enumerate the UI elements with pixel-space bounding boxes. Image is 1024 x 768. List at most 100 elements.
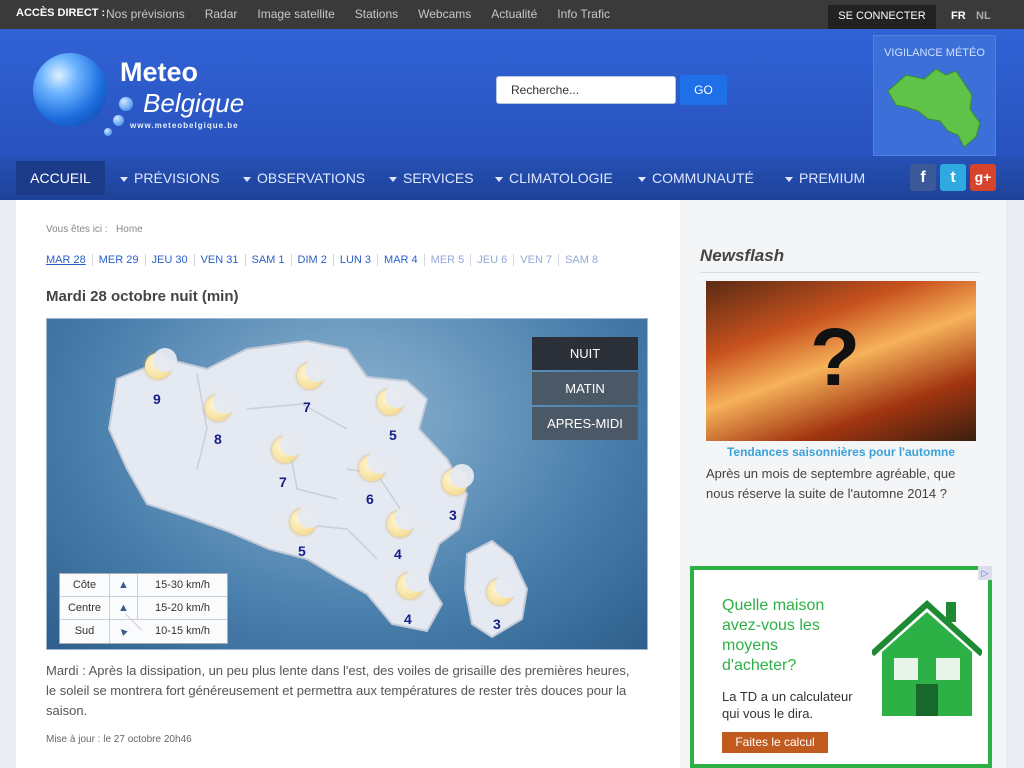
wind-zone: Côte bbox=[60, 574, 110, 596]
clear-night-moon-icon bbox=[377, 384, 409, 415]
nav-previsions[interactable]: PRÉVISIONS bbox=[120, 156, 220, 200]
quick-link-radar[interactable]: Radar bbox=[205, 7, 238, 21]
clear-night-moon-icon bbox=[297, 358, 329, 389]
nav-climatologie[interactable]: CLIMATOLOGIE bbox=[495, 156, 613, 200]
quick-link-previsions[interactable]: Nos prévisions bbox=[106, 7, 185, 21]
tab-apres-midi[interactable]: APRES-MIDI bbox=[532, 407, 638, 440]
day-tab[interactable]: JEU 30 bbox=[144, 254, 194, 266]
login-button[interactable]: SE CONNECTER bbox=[828, 5, 936, 29]
vigilance-widget[interactable]: VIGILANCE MÉTÉO bbox=[873, 35, 996, 156]
clear-night-moon-icon bbox=[359, 450, 391, 481]
nav-label: OBSERVATIONS bbox=[257, 170, 366, 186]
caret-down-icon bbox=[638, 176, 646, 182]
quick-access-links: Nos prévisions Radar Image satellite Sta… bbox=[106, 7, 630, 21]
logo-globe-icon[interactable] bbox=[33, 53, 107, 127]
day-tab[interactable]: DIM 2 bbox=[290, 254, 333, 266]
clear-night-moon-icon bbox=[272, 432, 304, 463]
nav-communaute[interactable]: COMMUNAUTÉ bbox=[638, 156, 754, 200]
breadcrumb: Vous êtes ici : Home bbox=[46, 224, 143, 235]
nav-home[interactable]: ACCUEIL bbox=[16, 161, 105, 195]
nav-label: CLIMATOLOGIE bbox=[509, 170, 613, 186]
google-plus-icon[interactable]: g+ bbox=[970, 164, 996, 191]
nav-label: COMMUNAUTÉ bbox=[652, 170, 754, 186]
logo-subtitle[interactable]: Belgique bbox=[143, 88, 244, 119]
vigilance-title: VIGILANCE MÉTÉO bbox=[884, 47, 985, 59]
ad-choices-icon[interactable]: ▷ bbox=[978, 566, 992, 580]
clear-night-moon-icon bbox=[442, 464, 474, 495]
search-input[interactable]: Recherche... bbox=[496, 76, 676, 104]
house-icon bbox=[872, 599, 982, 716]
logo-url: www.meteobelgique.be bbox=[130, 121, 239, 130]
day-tab[interactable]: SAM 8 bbox=[558, 254, 604, 266]
quick-link-satellite[interactable]: Image satellite bbox=[257, 7, 334, 21]
wind-speed: 10-15 km/h bbox=[154, 625, 211, 637]
nav-label: SERVICES bbox=[403, 170, 474, 186]
clear-night-moon-icon bbox=[290, 504, 322, 535]
update-timestamp: Mise à jour : le 27 octobre 20h46 bbox=[46, 734, 192, 745]
lang-fr[interactable]: FR bbox=[951, 10, 966, 22]
ad-subtext: La TD a un calculateur qui vous le dira. bbox=[722, 689, 853, 721]
search-go-button[interactable]: GO bbox=[680, 75, 727, 105]
belgium-map-icon bbox=[887, 68, 981, 148]
nav-services[interactable]: SERVICES bbox=[389, 156, 474, 200]
site-header: Meteo Belgique www.meteobelgique.be Rech… bbox=[0, 29, 1024, 156]
temperature-label: 7 bbox=[279, 474, 287, 490]
caret-down-icon bbox=[495, 176, 503, 182]
ad-cta-button[interactable]: Faites le calcul bbox=[722, 732, 828, 753]
temperature-label: 7 bbox=[303, 399, 311, 415]
wind-row: Côte ▲ 15-30 km/h bbox=[60, 574, 227, 597]
facebook-icon[interactable]: f bbox=[910, 164, 936, 191]
newsflash-text: Après un mois de septembre agréable, que… bbox=[706, 466, 956, 501]
nav-premium[interactable]: PREMIUM bbox=[785, 156, 865, 200]
clear-night-moon-icon bbox=[387, 506, 419, 537]
newsflash-image[interactable]: ? bbox=[706, 281, 976, 441]
twitter-icon[interactable]: t bbox=[940, 164, 966, 191]
day-tab[interactable]: SAM 1 bbox=[244, 254, 291, 266]
nav-label: PRÉVISIONS bbox=[134, 170, 220, 186]
day-tab[interactable]: MER 5 bbox=[423, 254, 471, 266]
day-tab[interactable]: JEU 6 bbox=[470, 254, 513, 266]
logo-bubble-icon bbox=[119, 97, 133, 111]
main-nav: ACCUEIL PRÉVISIONS OBSERVATIONS SERVICES… bbox=[0, 156, 1024, 200]
temperature-label: 3 bbox=[449, 507, 457, 523]
day-tab[interactable]: MER 29 bbox=[91, 254, 145, 266]
ad-headline: Quelle maison avez-vous les moyens d'ach… bbox=[722, 597, 825, 674]
clear-night-moon-icon bbox=[397, 568, 429, 599]
temperature-label: 9 bbox=[153, 391, 161, 407]
tab-matin[interactable]: MATIN bbox=[532, 372, 638, 405]
logo-title[interactable]: Meteo bbox=[120, 57, 198, 88]
quick-link-trafic[interactable]: Info Trafic bbox=[557, 7, 610, 21]
tab-nuit[interactable]: NUIT bbox=[532, 337, 638, 370]
caret-down-icon bbox=[389, 176, 397, 182]
day-tab[interactable]: LUN 3 bbox=[332, 254, 377, 266]
forecast-description: Mardi : Après la dissipation, un peu plu… bbox=[46, 663, 630, 718]
temperature-label: 5 bbox=[298, 543, 306, 559]
temperature-label: 6 bbox=[366, 491, 374, 507]
newsflash-link[interactable]: Tendances saisonnières pour l'automne bbox=[706, 445, 976, 459]
day-tab[interactable]: VEN 31 bbox=[193, 254, 245, 266]
clear-night-moon-icon bbox=[205, 390, 237, 421]
caret-down-icon bbox=[785, 176, 793, 182]
quick-link-stations[interactable]: Stations bbox=[355, 7, 398, 21]
breadcrumb-home[interactable]: Home bbox=[116, 224, 143, 235]
newsflash-heading: Newsflash bbox=[700, 246, 980, 273]
temperature-label: 8 bbox=[214, 431, 222, 447]
wind-arrow-icon: ▲ bbox=[110, 574, 138, 596]
day-tab[interactable]: MAR 28 bbox=[46, 254, 92, 266]
temperature-label: 3 bbox=[493, 616, 501, 632]
day-tab[interactable]: VEN 7 bbox=[513, 254, 558, 266]
logo-bubble-icon bbox=[104, 128, 112, 136]
period-tabs: NUIT MATIN APRES-MIDI bbox=[532, 337, 638, 442]
quick-link-actualite[interactable]: Actualité bbox=[491, 7, 537, 21]
advertisement[interactable]: ▷ Quelle maison avez-vous les moyens d'a… bbox=[690, 566, 992, 768]
question-mark-icon: ? bbox=[810, 312, 861, 403]
nav-observations[interactable]: OBSERVATIONS bbox=[243, 156, 365, 200]
wind-row: Centre ▲ 15-20 km/h bbox=[60, 597, 227, 620]
wind-zone: Sud bbox=[60, 620, 110, 643]
caret-down-icon bbox=[120, 176, 128, 182]
quick-link-webcams[interactable]: Webcams bbox=[418, 7, 471, 21]
quick-access-label: ACCÈS DIRECT : bbox=[16, 7, 106, 19]
top-bar: ACCÈS DIRECT : Nos prévisions Radar Imag… bbox=[0, 0, 1024, 29]
day-tab[interactable]: MAR 4 bbox=[377, 254, 424, 266]
lang-nl[interactable]: NL bbox=[976, 10, 991, 22]
